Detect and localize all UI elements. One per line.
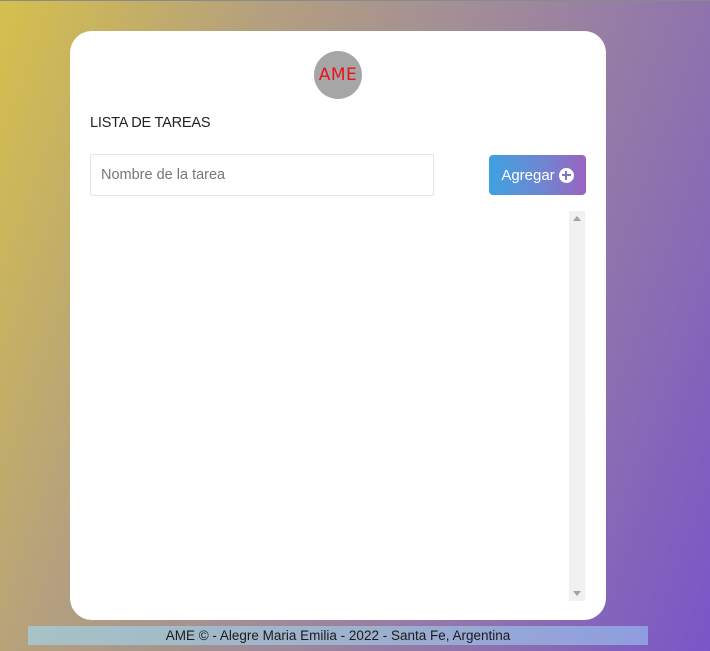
add-task-button-label: Agregar: [501, 166, 555, 184]
task-list-scrollbar[interactable]: [569, 211, 585, 601]
scroll-up-arrow-icon[interactable]: [573, 216, 581, 221]
footer-credits: AME © - Alegre Maria Emilia - 2022 - San…: [28, 626, 648, 645]
scroll-down-arrow-icon[interactable]: [573, 591, 581, 596]
logo-avatar: AME: [314, 51, 362, 99]
task-list: [90, 211, 570, 601]
todo-card: AME LISTA DE TAREAS Agregar: [70, 31, 606, 620]
page-title: LISTA DE TAREAS: [90, 115, 211, 131]
task-name-input[interactable]: [90, 154, 434, 196]
top-border-line: [0, 0, 710, 1]
plus-circle-icon: [558, 167, 574, 183]
add-task-button[interactable]: Agregar: [489, 155, 586, 195]
